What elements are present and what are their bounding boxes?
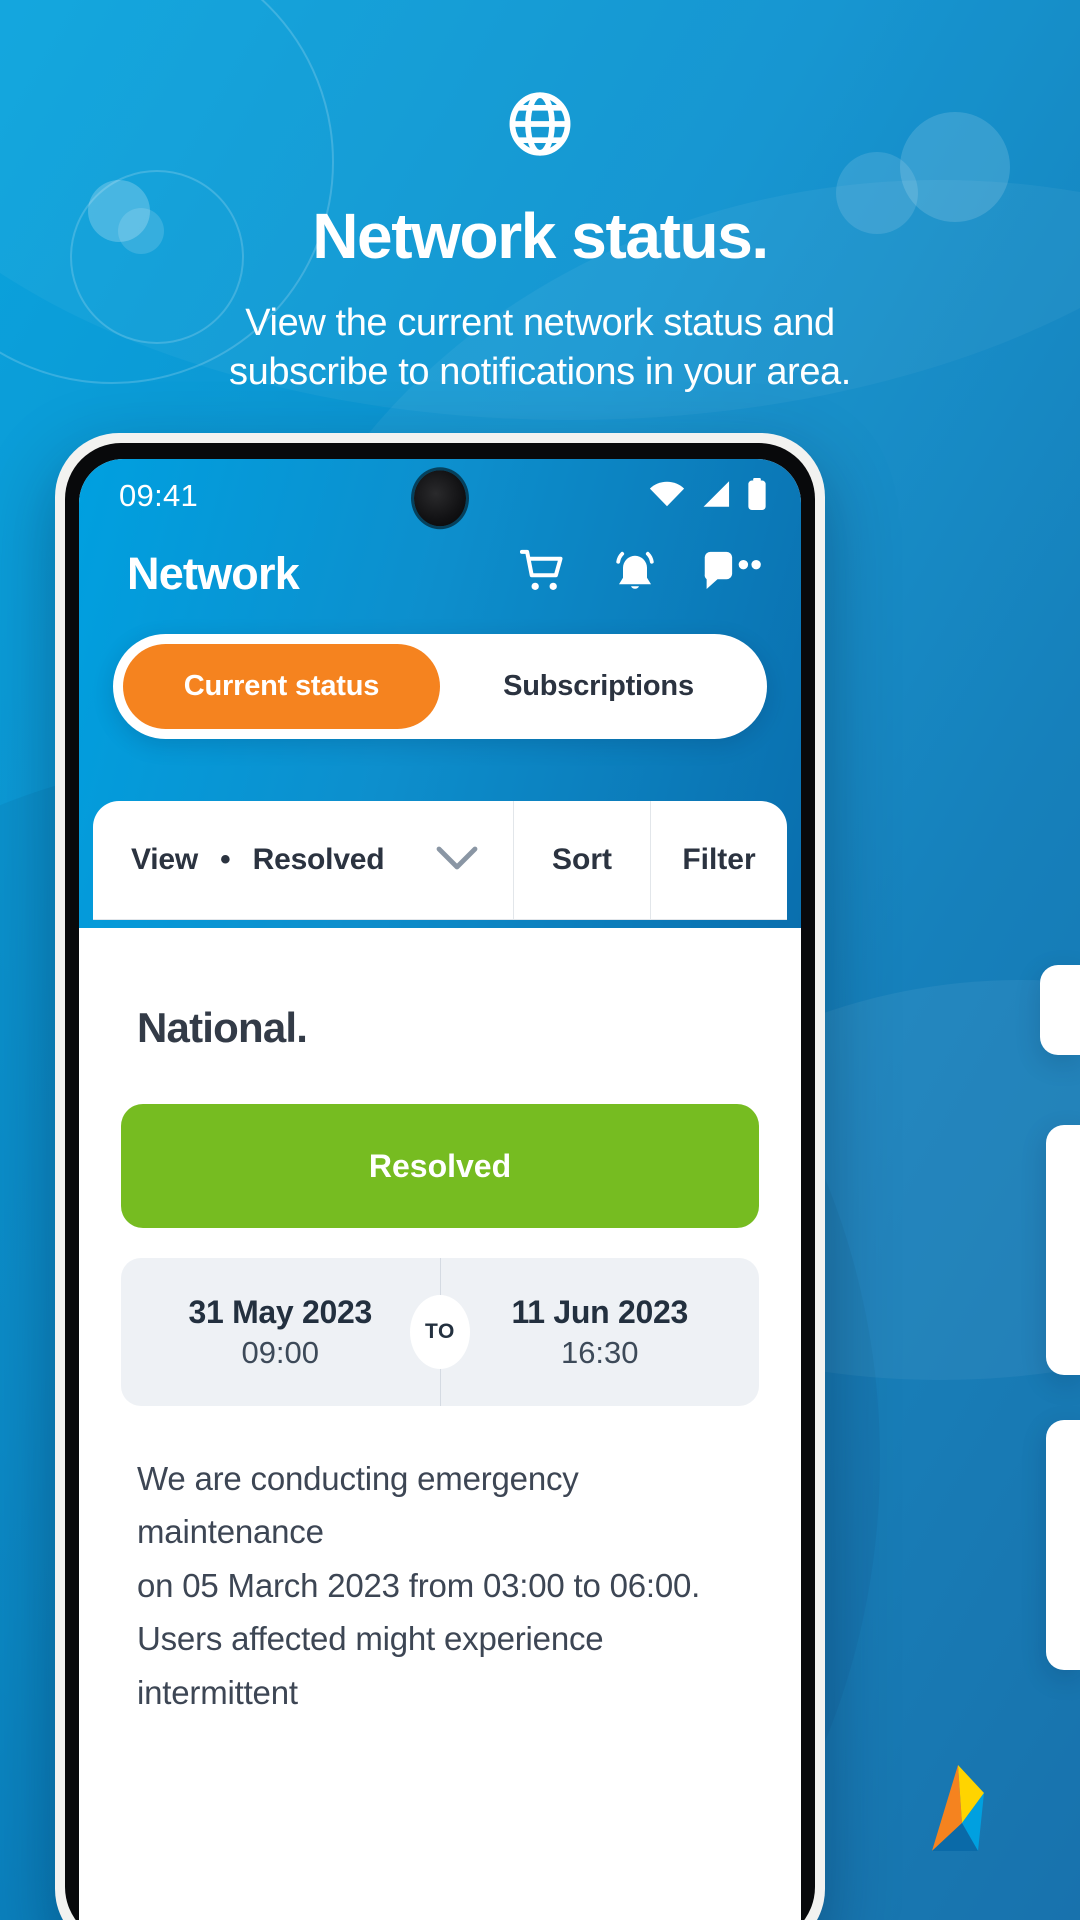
edge-card-mid (1046, 1125, 1080, 1375)
wifi-icon (649, 480, 685, 513)
status-content: National. Resolved 31 May 2023 09:00 11 … (79, 928, 801, 1720)
date-range-end: 11 Jun 2023 16:30 (441, 1258, 760, 1406)
incident-description-line-2: on 05 March 2023 from 03:00 to 06:00. (137, 1566, 701, 1604)
status-badge: Resolved (121, 1104, 759, 1228)
view-separator: • (220, 843, 231, 876)
battery-icon (747, 477, 767, 515)
phone-mockup: 09:41 Network Current status Subscriptio… (55, 433, 825, 1920)
tab-current-status[interactable]: Current status (123, 644, 440, 729)
status-bar: 09:41 (79, 459, 801, 533)
chevron-down-icon[interactable] (435, 845, 479, 876)
incident-description-line-1: We are conducting emergency maintenance (137, 1460, 579, 1551)
tab-subscriptions[interactable]: Subscriptions (440, 644, 757, 729)
filter-bar-wrap: View • Resolved Sort Filter (79, 739, 801, 920)
end-time: 16:30 (560, 1334, 639, 1370)
view-label: View (131, 843, 199, 876)
start-time: 09:00 (241, 1334, 320, 1370)
phone-bezel: 09:41 Network Current status Subscriptio… (65, 443, 815, 1920)
cart-icon[interactable] (519, 548, 569, 599)
status-bar-icons (649, 477, 767, 515)
start-date: 31 May 2023 (188, 1293, 372, 1330)
globe-icon (504, 88, 576, 165)
date-range-start: 31 May 2023 09:00 (121, 1258, 440, 1406)
bell-icon[interactable] (611, 547, 659, 600)
app-title: Network (127, 547, 300, 599)
promo-screenshot: Network status. View the current network… (0, 0, 1080, 1920)
date-range-to-label: TO (410, 1295, 470, 1369)
app-top-region: 09:41 Network Current status Subscriptio… (79, 459, 801, 928)
app-header: Network (79, 533, 801, 624)
section-title: National. (137, 1004, 308, 1051)
promo-header: Network status. View the current network… (0, 0, 1080, 396)
filter-bar: View • Resolved Sort Filter (93, 801, 787, 920)
status-bar-time: 09:41 (119, 478, 199, 513)
chat-icon[interactable] (701, 549, 761, 598)
end-date: 11 Jun 2023 (511, 1293, 689, 1330)
promo-subtitle: View the current network status and subs… (0, 299, 1080, 396)
phone-screen: 09:41 Network Current status Subscriptio… (79, 459, 801, 1920)
promo-subtitle-line-1: View the current network status and (245, 302, 835, 344)
edge-card-bottom (1046, 1420, 1080, 1670)
date-range: 31 May 2023 09:00 11 Jun 2023 16:30 TO (121, 1258, 759, 1406)
kite-logo-icon (928, 1763, 1000, 1860)
globe-icon-wrap (0, 88, 1080, 165)
promo-subtitle-line-2: subscribe to notifications in your area. (229, 350, 851, 393)
sort-button[interactable]: Sort (514, 801, 651, 919)
edge-card-top (1040, 965, 1080, 1055)
incident-description-line-3: Users affected might experience intermit… (137, 1620, 604, 1711)
front-camera-punch-hole (414, 470, 466, 527)
view-value: Resolved (252, 843, 385, 876)
filter-button[interactable]: Filter (651, 801, 787, 919)
page-title: Network status. (312, 200, 769, 272)
view-dropdown[interactable]: View • Resolved (93, 801, 514, 919)
view-dropdown-text: View • Resolved (131, 843, 385, 877)
incident-description: We are conducting emergency maintenance … (79, 1406, 801, 1719)
app-header-actions (519, 547, 761, 600)
segmented-tabs[interactable]: Current status Subscriptions (113, 634, 767, 739)
signal-icon (700, 480, 732, 513)
